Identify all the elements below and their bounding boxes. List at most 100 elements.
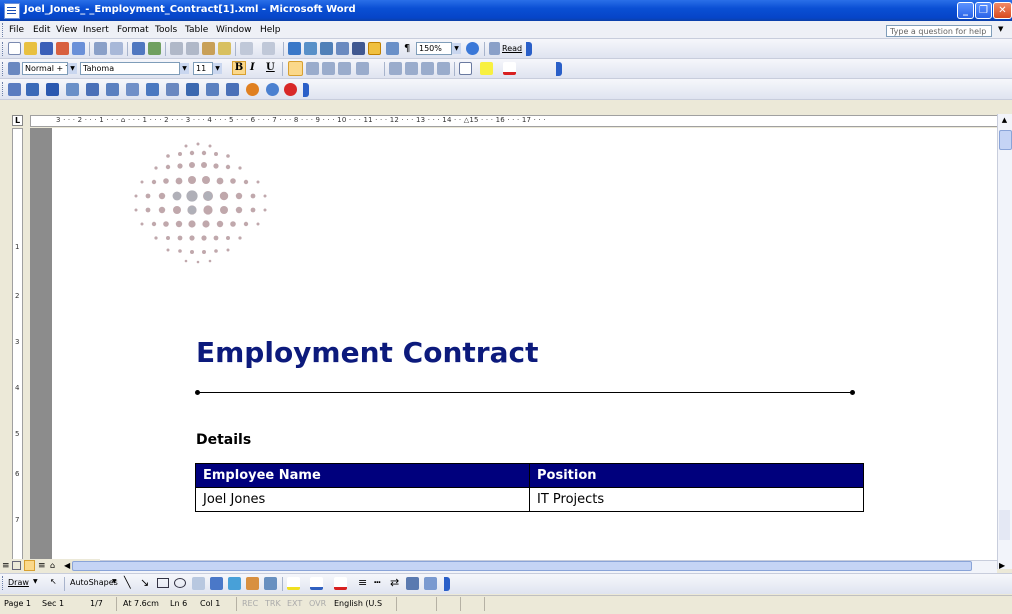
word-app-icon[interactable] (4, 3, 20, 19)
align-center-icon[interactable] (306, 62, 319, 75)
bullets-icon[interactable] (405, 62, 418, 75)
toolbar-tool-10-icon[interactable] (186, 83, 199, 96)
print-preview-icon[interactable] (110, 42, 123, 55)
print-icon[interactable] (94, 42, 107, 55)
font-color-icon[interactable] (503, 62, 516, 75)
paste-icon[interactable] (202, 42, 215, 55)
zoom-combo[interactable]: 150% (416, 42, 452, 55)
close-button[interactable]: ✕ (993, 2, 1012, 19)
cut-icon[interactable] (170, 42, 183, 55)
table-cell[interactable]: IT Projects (529, 487, 864, 512)
font-size-dropdown-icon[interactable]: ▼ (213, 63, 222, 74)
select-objects-icon[interactable]: ↖ (50, 577, 57, 586)
line-spacing-icon[interactable] (356, 62, 369, 75)
zoom-dropdown-icon[interactable]: ▼ (452, 43, 461, 54)
toolbar-options-icon[interactable] (303, 83, 309, 97)
minimize-button[interactable]: _ (957, 2, 974, 19)
shadow-style-icon[interactable] (406, 577, 419, 590)
menubar-grip[interactable] (2, 23, 6, 37)
menu-table[interactable]: Table (185, 25, 208, 35)
arrow-icon[interactable]: ↘ (140, 576, 149, 589)
font-color-draw-icon[interactable] (334, 577, 347, 590)
text-box-icon[interactable] (192, 577, 205, 590)
tables-borders-icon[interactable] (304, 42, 317, 55)
outline-view-icon[interactable]: ≡ (38, 561, 46, 571)
research-icon[interactable] (148, 42, 161, 55)
menu-tools[interactable]: Tools (155, 25, 177, 35)
redo-icon[interactable] (262, 42, 275, 55)
spelling-icon[interactable] (132, 42, 145, 55)
open-icon[interactable] (24, 42, 37, 55)
toolbar-options-icon[interactable] (444, 577, 450, 591)
insert-picture-icon[interactable] (264, 577, 277, 590)
fill-color-icon[interactable] (287, 577, 300, 590)
vertical-scroll-thumb[interactable] (999, 130, 1012, 150)
toolbar-tool-13-icon[interactable] (246, 83, 259, 96)
oval-icon[interactable] (174, 578, 186, 588)
horizontal-scroll-thumb[interactable] (72, 561, 972, 571)
style-dropdown-icon[interactable]: ▼ (68, 63, 77, 74)
line-style-icon[interactable]: ≡ (358, 576, 367, 589)
align-left-icon[interactable] (288, 61, 303, 76)
read-button[interactable]: Read (502, 44, 522, 53)
read-icon[interactable] (489, 42, 500, 55)
menu-file[interactable]: File (9, 25, 24, 35)
help-dropdown-icon[interactable]: ▼ (998, 25, 1003, 33)
document-map-icon[interactable] (386, 42, 399, 55)
vertical-scrollbar[interactable] (997, 114, 1012, 569)
border-icon[interactable] (459, 62, 472, 75)
help-icon[interactable] (266, 83, 279, 96)
arrow-style-icon[interactable]: ⇄ (390, 576, 399, 589)
toolbar-tool-3-icon[interactable] (46, 83, 59, 96)
undo-icon[interactable] (240, 42, 253, 55)
line-color-icon[interactable] (310, 577, 323, 590)
insert-table-icon[interactable] (320, 42, 333, 55)
status-trk[interactable]: TRK (265, 599, 281, 608)
increase-indent-icon[interactable] (437, 62, 450, 75)
status-col[interactable]: Col 1 (200, 599, 220, 608)
3d-style-icon[interactable] (424, 577, 437, 590)
styles-formatting-icon[interactable] (8, 62, 20, 75)
columns-icon[interactable] (352, 42, 365, 55)
menu-window[interactable]: Window (216, 25, 252, 35)
font-dropdown-icon[interactable]: ▼ (180, 63, 189, 74)
numbering-icon[interactable] (389, 62, 402, 75)
vertical-ruler[interactable] (12, 128, 23, 568)
reviewing-toolbar-grip[interactable] (2, 82, 6, 96)
autoshapes-arrow-icon[interactable]: ▼ (112, 578, 117, 585)
standard-toolbar-grip[interactable] (2, 42, 6, 56)
toolbar-tool-4-icon[interactable] (66, 83, 79, 96)
copy-icon[interactable] (186, 42, 199, 55)
status-page-of[interactable]: 1/7 (90, 599, 103, 608)
save-icon[interactable] (40, 42, 53, 55)
scroll-left-icon[interactable]: ◀ (64, 561, 70, 570)
style-combo[interactable]: Normal + Tahoma (22, 62, 68, 75)
toolbar-tool-2-icon[interactable] (26, 83, 39, 96)
restore-button[interactable]: ❐ (975, 2, 992, 19)
toolbar-options-icon[interactable] (526, 42, 532, 56)
toolbar-tool-8-icon[interactable] (146, 83, 159, 96)
menu-help[interactable]: Help (260, 25, 281, 35)
draw-menu-arrow-icon[interactable]: ▼ (33, 578, 38, 585)
align-right-icon[interactable] (322, 62, 335, 75)
formatting-toolbar-grip[interactable] (2, 62, 6, 76)
show-hide-icon[interactable]: ¶ (404, 43, 410, 54)
status-ext[interactable]: EXT (287, 599, 302, 608)
highlight-icon[interactable] (480, 62, 493, 75)
toolbar-tool-7-icon[interactable] (126, 83, 139, 96)
menu-format[interactable]: Format (117, 25, 149, 35)
table-cell[interactable]: Joel Jones (195, 487, 530, 512)
toolbar-tool-1-icon[interactable] (8, 83, 21, 96)
dash-style-icon[interactable]: ┅ (374, 576, 381, 589)
status-section[interactable]: Sec 1 (42, 599, 64, 608)
drawing-icon[interactable] (368, 42, 381, 55)
toolbar-tool-12-icon[interactable] (226, 83, 239, 96)
status-line[interactable]: Ln 6 (170, 599, 187, 608)
web-layout-icon[interactable] (12, 561, 21, 570)
clip-art-icon[interactable] (246, 577, 259, 590)
diagram-icon[interactable] (228, 577, 241, 590)
italic-button[interactable]: I (250, 62, 255, 73)
print-layout-icon[interactable] (24, 560, 35, 571)
menu-edit[interactable]: Edit (33, 25, 50, 35)
help-icon[interactable] (466, 42, 479, 55)
